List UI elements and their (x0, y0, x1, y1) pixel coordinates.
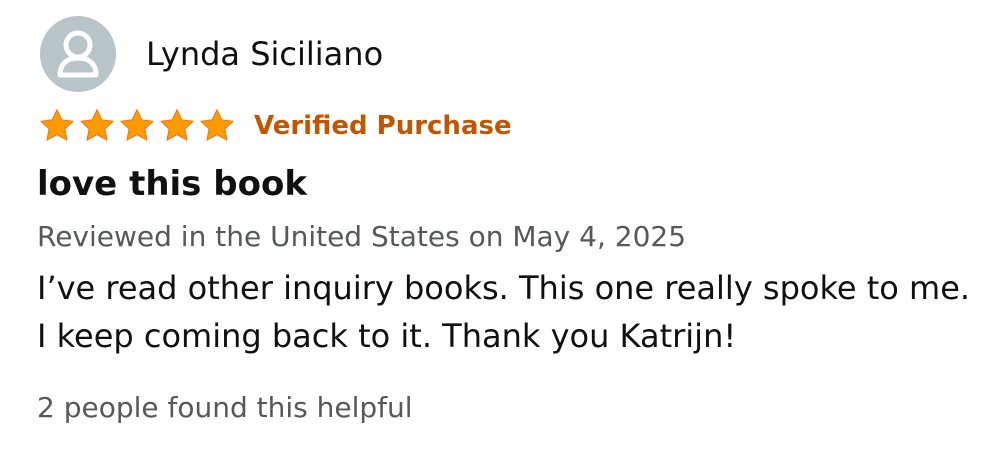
star-icon (40, 109, 74, 141)
star-icon (120, 109, 154, 141)
reviewer-name[interactable]: Lynda Siciliano (146, 34, 383, 74)
review-date-location: Reviewed in the United States on May 4, … (37, 220, 687, 253)
reviewer-profile[interactable]: Lynda Siciliano (40, 16, 383, 92)
helpful-count: 2 people found this helpful (37, 391, 413, 424)
star-icon (160, 109, 194, 141)
rating-row: Verified Purchase (38, 106, 512, 146)
review-body: I’ve read other inquiry books. This one … (37, 269, 971, 355)
customer-review: Lynda Siciliano Verified Purchase love t… (0, 0, 1008, 451)
star-icon (80, 109, 114, 141)
verified-purchase-badge: Verified Purchase (254, 111, 512, 141)
default-user-avatar-icon[interactable] (40, 16, 116, 92)
review-title: love this book (37, 164, 307, 204)
star-icon (200, 109, 234, 141)
star-rating[interactable] (38, 107, 236, 145)
